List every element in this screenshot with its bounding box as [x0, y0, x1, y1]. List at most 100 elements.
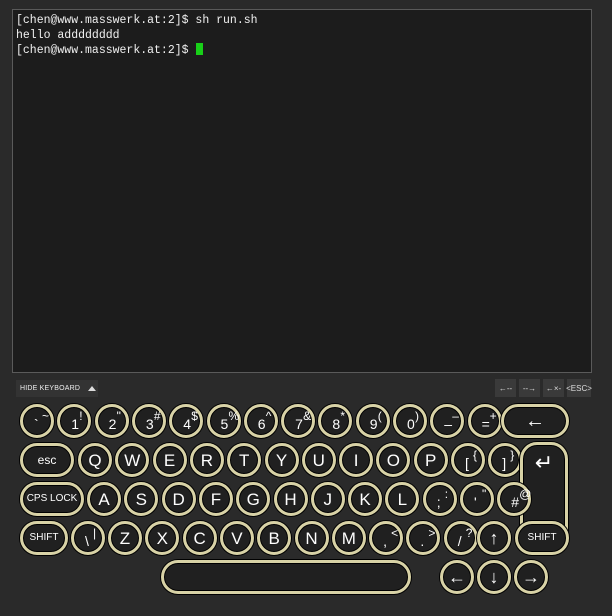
key-9[interactable]: 9( [355, 404, 390, 438]
hide-keyboard-button[interactable]: HIDE KEYBOARD [16, 380, 98, 397]
key-punct[interactable]: , < [369, 521, 404, 555]
arrow-right-key[interactable]: → [514, 560, 548, 594]
key-0[interactable]: 0) [393, 404, 427, 438]
key-label: ← [525, 410, 545, 432]
arrow-left-key[interactable]: ← [440, 560, 474, 594]
key-shift-label: > [428, 526, 436, 540]
key-label: J [323, 489, 333, 509]
key-shift-label: ^ [265, 409, 272, 423]
key-c[interactable]: C [182, 521, 217, 555]
key-h[interactable]: H [273, 482, 308, 516]
key-label: Y [275, 450, 288, 470]
key-z[interactable]: Z [108, 521, 142, 555]
key-label: F [210, 489, 222, 509]
key-a[interactable]: A [87, 482, 121, 516]
return-arrow-icon: ↵ [534, 451, 554, 476]
key-g[interactable]: G [236, 482, 271, 516]
key-l[interactable]: L [385, 482, 420, 516]
key-primary-label: ; [436, 494, 441, 510]
aux-key-backward-button[interactable]: ←-- [494, 378, 517, 398]
key-label: P [425, 450, 437, 470]
key-5[interactable]: 5% [206, 404, 241, 438]
key-backslash[interactable]: \ | [71, 521, 105, 555]
key-punct[interactable]: /? [443, 521, 478, 555]
key-k[interactable]: K [348, 482, 383, 516]
key-1[interactable]: 1! [57, 404, 92, 438]
key-primary-label: 7 [295, 416, 303, 432]
key-s[interactable]: S [124, 482, 159, 516]
key-punct[interactable]: ' " [460, 482, 494, 516]
key-2[interactable]: 2 " [94, 404, 129, 438]
key-shift-label: $ [191, 409, 198, 423]
arrow-up-key[interactable]: ↑ [477, 521, 511, 555]
key-j[interactable]: J [310, 482, 345, 516]
key-u[interactable]: U [301, 443, 336, 477]
backspace-key[interactable]: ← [501, 404, 569, 438]
key-shift-label: " [482, 487, 487, 501]
key-w[interactable]: W [115, 443, 150, 477]
key-punct[interactable]: . > [406, 521, 441, 555]
arrow-down-key[interactable]: ↓ [477, 560, 511, 594]
key-i[interactable]: I [339, 443, 374, 477]
key-label: esc [37, 453, 57, 467]
key-label: ↑ [489, 528, 499, 548]
key-primary-label: = [481, 416, 490, 432]
key-8[interactable]: 8 * [318, 404, 353, 438]
key-primary-label: 3 [145, 416, 154, 432]
key-shift-label: : [444, 487, 449, 501]
key-primary-label: 2 [108, 416, 117, 432]
key-m[interactable]: M [331, 521, 366, 555]
key-t[interactable]: T [227, 443, 262, 477]
key-label: T [238, 450, 250, 470]
key-label: A [98, 489, 110, 509]
key-shift-label: < [391, 526, 399, 540]
key-shift-label: ! [79, 409, 83, 423]
terminal-screen[interactable]: [chen@www.masswerk.at:2]$ sh run.sh hell… [12, 9, 592, 373]
key-d[interactable]: D [161, 482, 196, 516]
key-7[interactable]: 7 & [281, 404, 316, 438]
key-punct[interactable]: ;: [422, 482, 457, 516]
terminal-line: [chen@www.masswerk.at:2]$ [16, 43, 588, 58]
key-label: → [522, 567, 540, 587]
key-o[interactable]: O [376, 443, 411, 477]
key-n[interactable]: N [294, 521, 329, 555]
key-bracket[interactable]: ]} [488, 443, 523, 477]
spacebar-key[interactable] [161, 560, 411, 594]
key-shift-label: } [510, 448, 515, 462]
key-label: E [163, 450, 176, 470]
key-3[interactable]: 3 # [131, 404, 166, 438]
key-4[interactable]: 4 $ [169, 404, 204, 438]
shift-left-key[interactable]: SHIFT [20, 521, 68, 555]
key-e[interactable]: E [152, 443, 187, 477]
key-primary-label: [ [465, 455, 469, 471]
aux-key-esc-button[interactable]: <ESC> [566, 378, 592, 398]
key-–[interactable]: – – [430, 404, 465, 438]
key-shift-label: # [153, 409, 161, 423]
key-shift-label: ) [415, 409, 419, 423]
key-`[interactable]: ` ~ [20, 404, 54, 438]
key-p[interactable]: P [413, 443, 448, 477]
key-label: V [231, 528, 243, 548]
key-y[interactable]: Y [264, 443, 299, 477]
shift-right-key[interactable]: SHIFT [515, 521, 569, 555]
key-primary-label: / [457, 533, 462, 549]
key-label: O [386, 450, 400, 470]
key-q[interactable]: Q [78, 443, 112, 477]
key-primary-label: 0 [407, 416, 415, 432]
aux-key-forward-button[interactable]: --→ [518, 378, 541, 398]
key-f[interactable]: F [198, 482, 233, 516]
key-shift-label: { [473, 448, 478, 462]
key-=[interactable]: = + [467, 404, 502, 438]
aux-key-delete-button[interactable]: ←×- [542, 378, 565, 398]
caps-lock-key[interactable]: CPS LOCK [20, 482, 84, 516]
key-6[interactable]: 6 ^ [243, 404, 278, 438]
key-b[interactable]: B [257, 521, 292, 555]
key-v[interactable]: V [219, 521, 254, 555]
key-r[interactable]: R [189, 443, 224, 477]
esc-key[interactable]: esc [20, 443, 74, 477]
key-shift-label: ( [377, 409, 382, 423]
key-label: L [397, 489, 408, 509]
key-x[interactable]: X [145, 521, 180, 555]
key-bracket[interactable]: [{ [451, 443, 485, 477]
key-shift-label: & [303, 409, 312, 423]
